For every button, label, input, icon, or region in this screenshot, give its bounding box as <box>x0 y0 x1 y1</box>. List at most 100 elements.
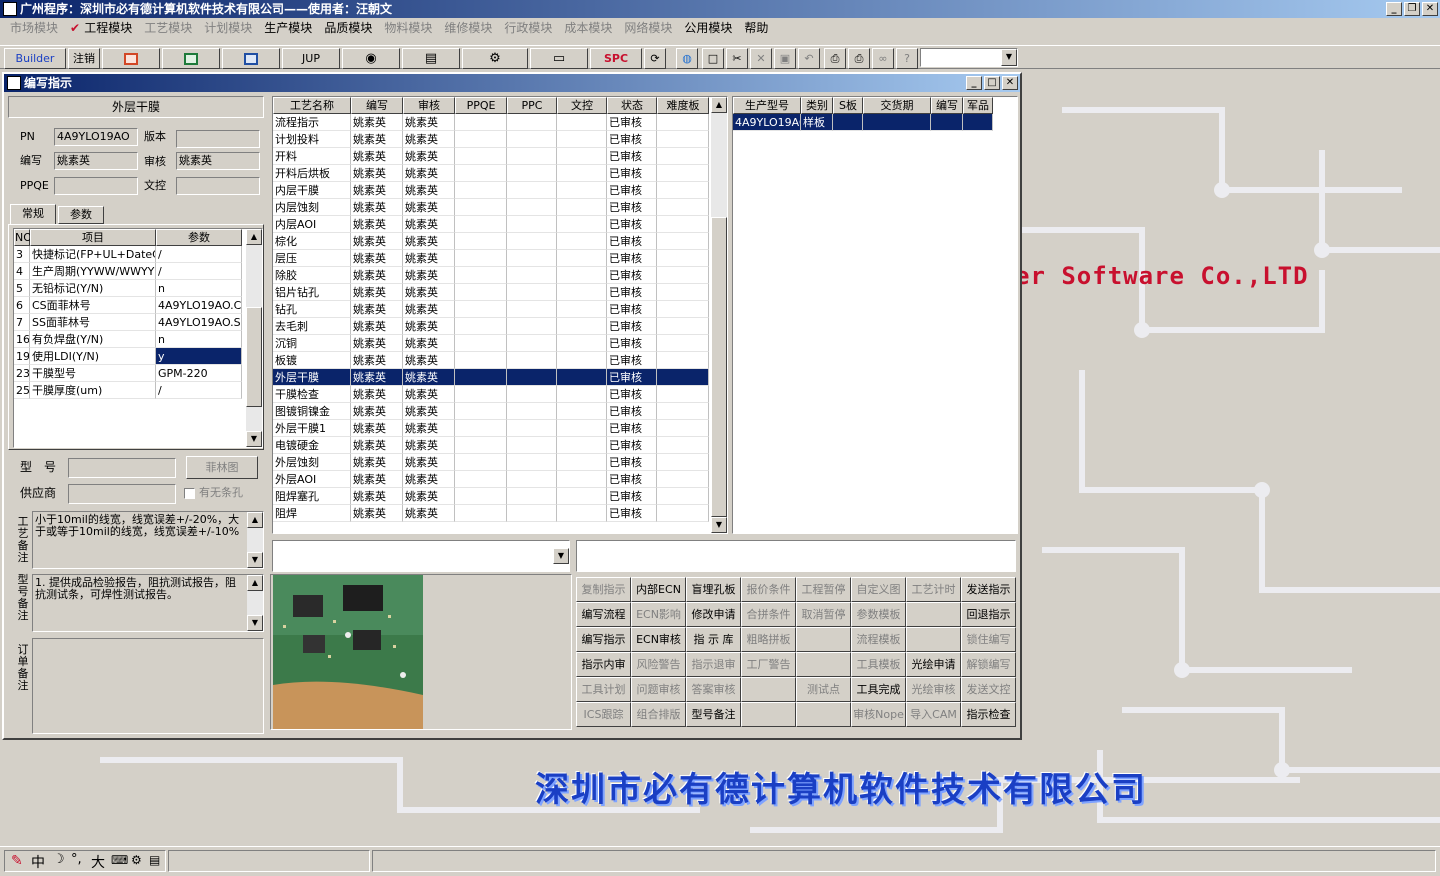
ppqe-field[interactable] <box>54 177 138 195</box>
restore-button[interactable]: ❐ <box>1404 2 1420 16</box>
jup-button[interactable]: JUP <box>282 48 340 69</box>
param-row[interactable]: 19 使用LDI(Y/N) y <box>14 348 244 365</box>
process-header-5[interactable]: 文控 <box>557 97 607 114</box>
action-button[interactable]: 工具模板 <box>851 652 906 677</box>
minimize-button[interactable]: _ <box>1386 2 1402 16</box>
menu-item-0[interactable]: 市场模块 <box>4 18 64 38</box>
cut-button[interactable]: ✂ <box>726 48 748 69</box>
action-button[interactable]: 编写指示 <box>576 627 631 652</box>
left-combo[interactable]: ▼ <box>272 540 570 572</box>
menu-item-10[interactable]: 网络模块 <box>618 18 678 38</box>
process-row[interactable]: 内层AOI 姚素英 姚素英 已审核 <box>273 216 709 233</box>
writer-field[interactable]: 姚素英 <box>54 152 138 170</box>
product-header-1[interactable]: 类别 <box>801 97 833 114</box>
action-button[interactable]: 指 示 库 <box>686 627 741 652</box>
menu-item-3[interactable]: 计划模块 <box>198 18 258 38</box>
menu-item-9[interactable]: 成本模块 <box>558 18 618 38</box>
action-button[interactable]: 导入CAM <box>906 702 961 727</box>
process-row[interactable]: 棕化 姚素英 姚素英 已审核 <box>273 233 709 250</box>
action-button[interactable]: 粗略拼板 <box>741 627 796 652</box>
action-button[interactable]: 复制指示 <box>576 577 631 602</box>
settings-icon[interactable]: ⚙ <box>131 853 142 867</box>
action-button[interactable]: 型号备注 <box>686 702 741 727</box>
process-row[interactable]: 图镀铜镍金 姚素英 姚素英 已审核 <box>273 403 709 420</box>
print-button[interactable]: ⎙ <box>848 48 870 69</box>
action-button[interactable]: 工艺计时 <box>906 577 961 602</box>
product-header-0[interactable]: 生产型号 <box>733 97 801 114</box>
menu-item-2[interactable]: 工艺模块 <box>138 18 198 38</box>
param-row[interactable]: 3 快捷标记(FP+UL+DateC// <box>14 246 244 263</box>
action-button[interactable] <box>741 702 796 727</box>
product-header-5[interactable]: 军品 <box>963 97 993 114</box>
action-button[interactable]: 工具完成 <box>851 677 906 702</box>
model-field[interactable] <box>68 458 176 478</box>
param-row[interactable]: 16 有负焊盘(Y/N) n <box>14 331 244 348</box>
undo-button[interactable]: ↶ <box>798 48 820 69</box>
model-note-scrollbar[interactable]: ▲ ▼ <box>247 575 263 631</box>
process-note-box[interactable]: 小于10mil的线宽，线宽误差+/-20%，大于或等于10mil的线宽，线宽误差… <box>32 511 264 569</box>
process-row[interactable]: 沉铜 姚素英 姚素英 已审核 <box>273 335 709 352</box>
preview-button[interactable]: ⎙ <box>824 48 846 69</box>
process-row[interactable]: 阻焊 姚素英 姚素英 已审核 <box>273 505 709 522</box>
action-button[interactable]: 流程模板 <box>851 627 906 652</box>
action-button[interactable]: 解锁编写 <box>961 652 1016 677</box>
scroll-down-icon[interactable]: ▼ <box>247 615 263 631</box>
scroll-down-icon[interactable]: ▼ <box>246 431 262 447</box>
scroll-thumb[interactable] <box>246 307 262 407</box>
right-input[interactable] <box>576 540 1016 572</box>
find-button[interactable]: ∞ <box>872 48 894 69</box>
process-row[interactable]: 外层蚀刻 姚素英 姚素英 已审核 <box>273 454 709 471</box>
process-row[interactable]: 开料后烘板 姚素英 姚素英 已审核 <box>273 165 709 182</box>
eye-button[interactable]: ◉ <box>342 48 400 69</box>
process-row[interactable]: 阻焊塞孔 姚素英 姚素英 已审核 <box>273 488 709 505</box>
param-value[interactable]: 4A9YLO19AO.CS <box>156 297 242 314</box>
spc-button[interactable]: SPC <box>590 48 642 69</box>
database-button[interactable]: ▤ <box>402 48 460 69</box>
reviewer-field[interactable]: 姚素英 <box>176 152 260 170</box>
action-button[interactable]: 编写流程 <box>576 602 631 627</box>
keyboard-icon[interactable]: ⌨ <box>111 853 128 867</box>
param-value[interactable]: n <box>156 331 242 348</box>
delete-button[interactable]: ✕ <box>750 48 772 69</box>
process-row[interactable]: 外层AOI 姚素英 姚素英 已审核 <box>273 471 709 488</box>
close-button[interactable]: ✕ <box>1422 2 1438 16</box>
child-close-button[interactable]: ✕ <box>1002 76 1018 90</box>
action-button[interactable]: 光绘申请 <box>906 652 961 677</box>
refresh-button[interactable]: ⟳ <box>644 48 666 69</box>
tab-params[interactable]: 参数 <box>58 206 104 224</box>
scroll-down-icon[interactable]: ▼ <box>247 552 263 568</box>
logout-button[interactable]: 注销 <box>68 48 100 69</box>
action-button[interactable]: ECN审核 <box>631 627 686 652</box>
process-header-1[interactable]: 编写 <box>351 97 403 114</box>
pn-field[interactable]: 4A9YLO19AO <box>54 128 138 146</box>
param-scrollbar[interactable]: ▲ ▼ <box>246 229 262 447</box>
scroll-up-icon[interactable]: ▲ <box>247 575 263 591</box>
process-row[interactable]: 铝片钻孔 姚素英 姚素英 已审核 <box>273 284 709 301</box>
action-button[interactable]: 报价条件 <box>741 577 796 602</box>
product-header-3[interactable]: 交货期 <box>863 97 931 114</box>
scroll-up-icon[interactable]: ▲ <box>247 512 263 528</box>
powerpoint-button[interactable] <box>102 48 160 69</box>
doc-control-field[interactable] <box>176 177 260 195</box>
scroll-thumb[interactable] <box>711 217 727 517</box>
action-button[interactable] <box>796 627 851 652</box>
toolbar-combo[interactable]: ▼ <box>920 48 1018 67</box>
menu-item-7[interactable]: 维修模块 <box>438 18 498 38</box>
process-header-2[interactable]: 审核 <box>403 97 455 114</box>
process-row[interactable]: 去毛刺 姚素英 姚素英 已审核 <box>273 318 709 335</box>
process-row[interactable]: 板镀 姚素英 姚素英 已审核 <box>273 352 709 369</box>
menu-item-1[interactable]: ✔ 工程模块 <box>64 18 138 38</box>
action-button[interactable]: 指示内审 <box>576 652 631 677</box>
process-row[interactable]: 计划投料 姚素英 姚素英 已审核 <box>273 131 709 148</box>
tab-general[interactable]: 常规 <box>10 204 56 224</box>
slot-hole-checkbox[interactable] <box>184 488 195 499</box>
scroll-up-icon[interactable]: ▲ <box>246 229 262 245</box>
param-value[interactable]: GPM-220 <box>156 365 242 382</box>
action-button[interactable]: 自定义图 <box>851 577 906 602</box>
child-minimize-button[interactable]: _ <box>966 76 982 90</box>
param-row[interactable]: 6 CS面菲林号 4A9YLO19AO.CS <box>14 297 244 314</box>
menu-item-4[interactable]: 生产模块 <box>258 18 318 38</box>
process-row[interactable]: 除胶 姚素英 姚素英 已审核 <box>273 267 709 284</box>
process-row[interactable]: 层压 姚素英 姚素英 已审核 <box>273 250 709 267</box>
param-row[interactable]: 7 SS面菲林号 4A9YLO19AO.SS <box>14 314 244 331</box>
